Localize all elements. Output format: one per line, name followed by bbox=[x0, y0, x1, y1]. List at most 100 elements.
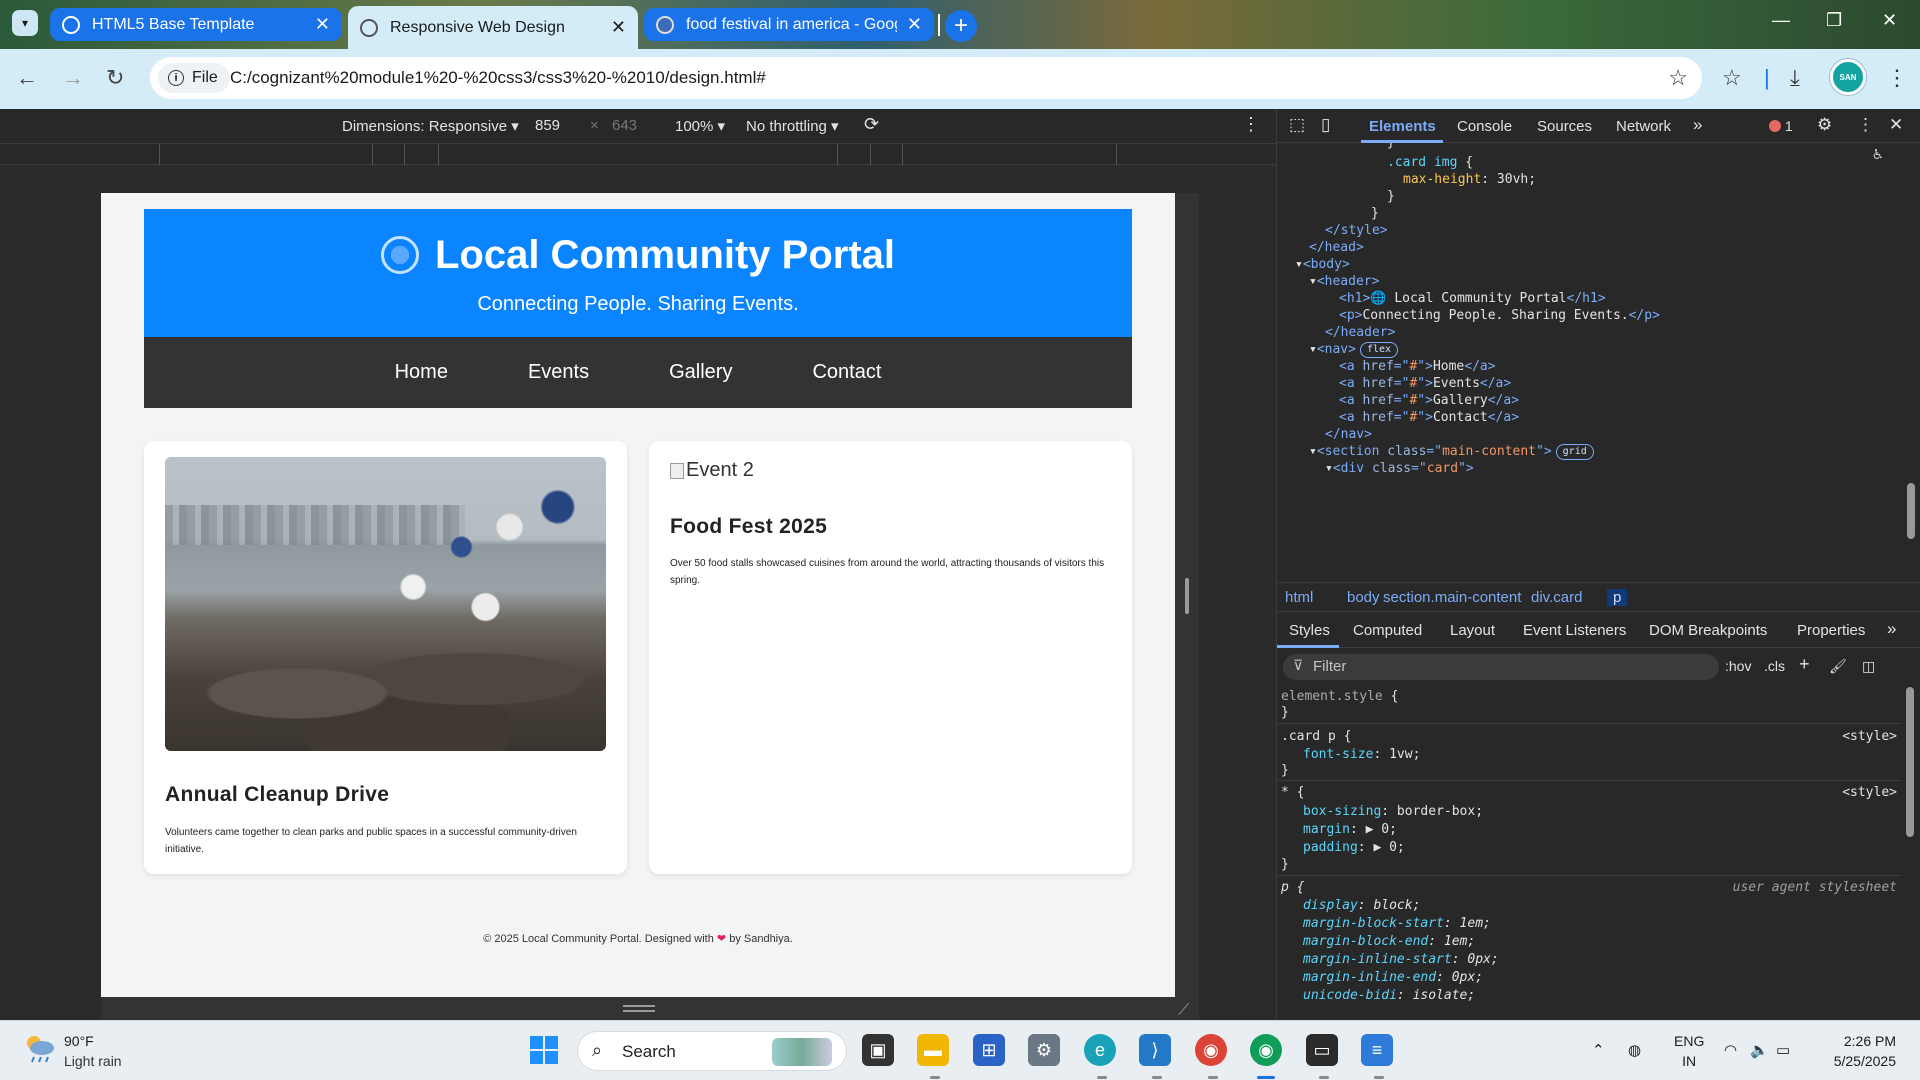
address-bar[interactable]: i File C:/cognizant%20module1%20-%20css3… bbox=[150, 57, 1702, 99]
styles-filter-input[interactable]: ⊽ Filter bbox=[1283, 654, 1719, 680]
height-input[interactable]: 643 bbox=[612, 117, 637, 134]
breadcrumb-body[interactable]: body bbox=[1347, 589, 1380, 606]
rule-declaration[interactable]: padding: ▶ 0; bbox=[1303, 840, 1405, 855]
weather-desc[interactable]: Light rain bbox=[64, 1053, 122, 1069]
corner-resize-icon[interactable]: ⟋ bbox=[1178, 1002, 1189, 1020]
dom-line[interactable]: </style> bbox=[1325, 223, 1388, 238]
file-explorer-icon[interactable]: ▬ bbox=[917, 1034, 949, 1066]
breadcrumb-html[interactable]: html bbox=[1285, 589, 1313, 606]
dom-line[interactable]: <a href="#">Gallery</a> bbox=[1339, 393, 1519, 408]
download-icon[interactable]: ⤓ bbox=[1790, 65, 1800, 91]
tab-console[interactable]: Console bbox=[1457, 118, 1512, 135]
site-info-chip[interactable]: i File bbox=[158, 63, 230, 93]
dom-line[interactable]: ▾<div class="card"> bbox=[1325, 461, 1474, 476]
settings-gear-icon[interactable]: ⚙ bbox=[1817, 115, 1832, 135]
rule-declaration[interactable]: margin: ▶ 0; bbox=[1303, 822, 1397, 837]
settings-gear-icon[interactable]: ⚙ bbox=[1028, 1034, 1060, 1066]
dom-line[interactable]: ▾<body> bbox=[1295, 257, 1350, 272]
more-vert-icon[interactable]: ⋮ bbox=[1886, 65, 1908, 91]
tab-responsive-web-design[interactable]: Responsive Web Design ✕ bbox=[348, 6, 638, 49]
chevron-up-icon[interactable]: ⌃ bbox=[1592, 1041, 1605, 1059]
dom-line[interactable]: <a href="#">Home</a> bbox=[1339, 359, 1496, 374]
minimize-icon[interactable]: — bbox=[1772, 10, 1790, 31]
throttling-select[interactable]: No throttling ▾ bbox=[746, 117, 839, 135]
windows-start-icon[interactable] bbox=[528, 1034, 560, 1066]
accessibility-icon[interactable]: ♿ bbox=[1873, 144, 1883, 163]
tab-event-listeners[interactable]: Event Listeners bbox=[1523, 622, 1626, 639]
close-icon[interactable]: ✕ bbox=[611, 17, 626, 38]
network-activity-icon[interactable]: ◍ bbox=[1628, 1041, 1641, 1059]
dom-line[interactable]: ▾<nav> flex bbox=[1309, 342, 1399, 358]
breadcrumb-div[interactable]: div.card bbox=[1531, 589, 1582, 606]
more-tabs-icon[interactable]: » bbox=[1693, 115, 1702, 135]
inspect-element-icon[interactable]: ⬚ bbox=[1289, 115, 1305, 135]
tab-network[interactable]: Network bbox=[1616, 118, 1671, 135]
device-toggle-icon[interactable]: ▯ bbox=[1321, 115, 1330, 135]
nav-link-gallery[interactable]: Gallery bbox=[669, 361, 732, 384]
nav-link-events[interactable]: Events bbox=[528, 361, 589, 384]
tab-search-button[interactable]: ▾ bbox=[12, 10, 38, 36]
close-icon[interactable]: ✕ bbox=[907, 14, 922, 35]
paint-icon[interactable]: 🖌 bbox=[1829, 658, 1847, 675]
nav-link-contact[interactable]: Contact bbox=[812, 361, 881, 384]
rule-source-link[interactable]: <style> bbox=[1842, 785, 1897, 800]
cls-toggle[interactable]: .cls bbox=[1764, 658, 1785, 674]
restore-icon[interactable]: ❐ bbox=[1826, 10, 1842, 31]
taskbar-search[interactable]: ⌕ Search bbox=[577, 1031, 847, 1071]
url-text[interactable]: C:/cognizant%20module1%20-%20css3/css3%2… bbox=[230, 68, 766, 88]
close-icon[interactable]: ✕ bbox=[1889, 115, 1903, 135]
dom-line[interactable]: <a href="#">Contact</a> bbox=[1339, 410, 1519, 425]
grid-badge[interactable]: grid bbox=[1555, 444, 1594, 460]
close-icon[interactable]: ✕ bbox=[315, 14, 330, 35]
viewport-height-resizer[interactable] bbox=[101, 997, 1175, 1020]
new-tab-button[interactable]: + bbox=[945, 10, 977, 42]
edge-browser-icon[interactable]: e bbox=[1084, 1034, 1116, 1066]
dom-line[interactable]: <a href="#">Events</a> bbox=[1339, 376, 1511, 391]
dom-line[interactable]: <h1>🌐 Local Community Portal</h1> bbox=[1339, 291, 1606, 306]
dom-line[interactable]: ▾<header> bbox=[1309, 274, 1379, 289]
sidebar-toggle-icon[interactable]: ◫ bbox=[1862, 658, 1875, 675]
more-vert-icon[interactable]: ⋮ bbox=[1857, 115, 1874, 135]
reload-icon[interactable]: ↻ bbox=[106, 65, 124, 91]
weather-temp[interactable]: 90°F bbox=[64, 1033, 94, 1049]
microsoft-store-icon[interactable]: ⊞ bbox=[973, 1034, 1005, 1066]
more-tabs-icon[interactable]: » bbox=[1887, 619, 1896, 639]
rotate-icon[interactable]: ⟳ bbox=[864, 114, 879, 135]
bookmarks-icon[interactable]: ☆ bbox=[1722, 65, 1742, 91]
dom-scrollbar[interactable] bbox=[1907, 483, 1915, 539]
notepad-icon[interactable]: ≡ bbox=[1361, 1034, 1393, 1066]
tab-computed[interactable]: Computed bbox=[1353, 622, 1422, 639]
new-rule-plus-icon[interactable]: + bbox=[1799, 654, 1810, 675]
forward-arrow-icon[interactable]: → bbox=[62, 65, 84, 91]
rule-declaration[interactable]: font-size: 1vw; bbox=[1303, 747, 1420, 762]
width-input[interactable]: 859 bbox=[535, 117, 560, 134]
battery-icon[interactable]: ▭ bbox=[1776, 1041, 1790, 1059]
back-arrow-icon[interactable]: ← bbox=[16, 65, 38, 91]
tab-dom-breakpoints[interactable]: DOM Breakpoints bbox=[1649, 622, 1767, 639]
styles-scrollbar[interactable] bbox=[1906, 687, 1914, 837]
system-clock[interactable]: 2:26 PM 5/25/2025 bbox=[1826, 1031, 1896, 1071]
zoom-select[interactable]: 100% ▾ bbox=[675, 117, 725, 135]
tab-layout[interactable]: Layout bbox=[1450, 622, 1495, 639]
flex-badge[interactable]: flex bbox=[1359, 342, 1399, 358]
rule-source-link[interactable]: <style> bbox=[1842, 729, 1897, 744]
dom-line[interactable]: </header> bbox=[1325, 325, 1395, 340]
dom-line[interactable]: </head> bbox=[1309, 240, 1364, 255]
input-language[interactable]: ENG IN bbox=[1674, 1031, 1704, 1071]
more-options-icon[interactable]: ⋮ bbox=[1242, 114, 1260, 135]
chrome-profile-icon[interactable]: ◉ bbox=[1195, 1034, 1227, 1066]
dom-line[interactable]: </nav> bbox=[1325, 427, 1372, 442]
vscode-icon[interactable]: ⟩ bbox=[1139, 1034, 1171, 1066]
rule-declaration[interactable]: box-sizing: border-box; bbox=[1303, 804, 1483, 819]
task-view-icon[interactable]: ▣ bbox=[862, 1034, 894, 1066]
tab-properties[interactable]: Properties bbox=[1797, 622, 1865, 639]
dom-line[interactable]: ▾<section class="main-content"> grid bbox=[1309, 444, 1594, 460]
breadcrumb-section[interactable]: section.main-content bbox=[1383, 589, 1521, 606]
viewport-width-resizer[interactable] bbox=[1175, 193, 1199, 1020]
tab-html5-base-template[interactable]: HTML5 Base Template ✕ bbox=[50, 8, 342, 41]
tab-elements[interactable]: Elements bbox=[1369, 118, 1436, 135]
nav-link-home[interactable]: Home bbox=[395, 361, 448, 384]
wifi-icon[interactable]: ◠ bbox=[1724, 1041, 1737, 1059]
close-window-icon[interactable]: ✕ bbox=[1882, 10, 1897, 31]
error-counter[interactable]: 1 bbox=[1769, 118, 1793, 134]
